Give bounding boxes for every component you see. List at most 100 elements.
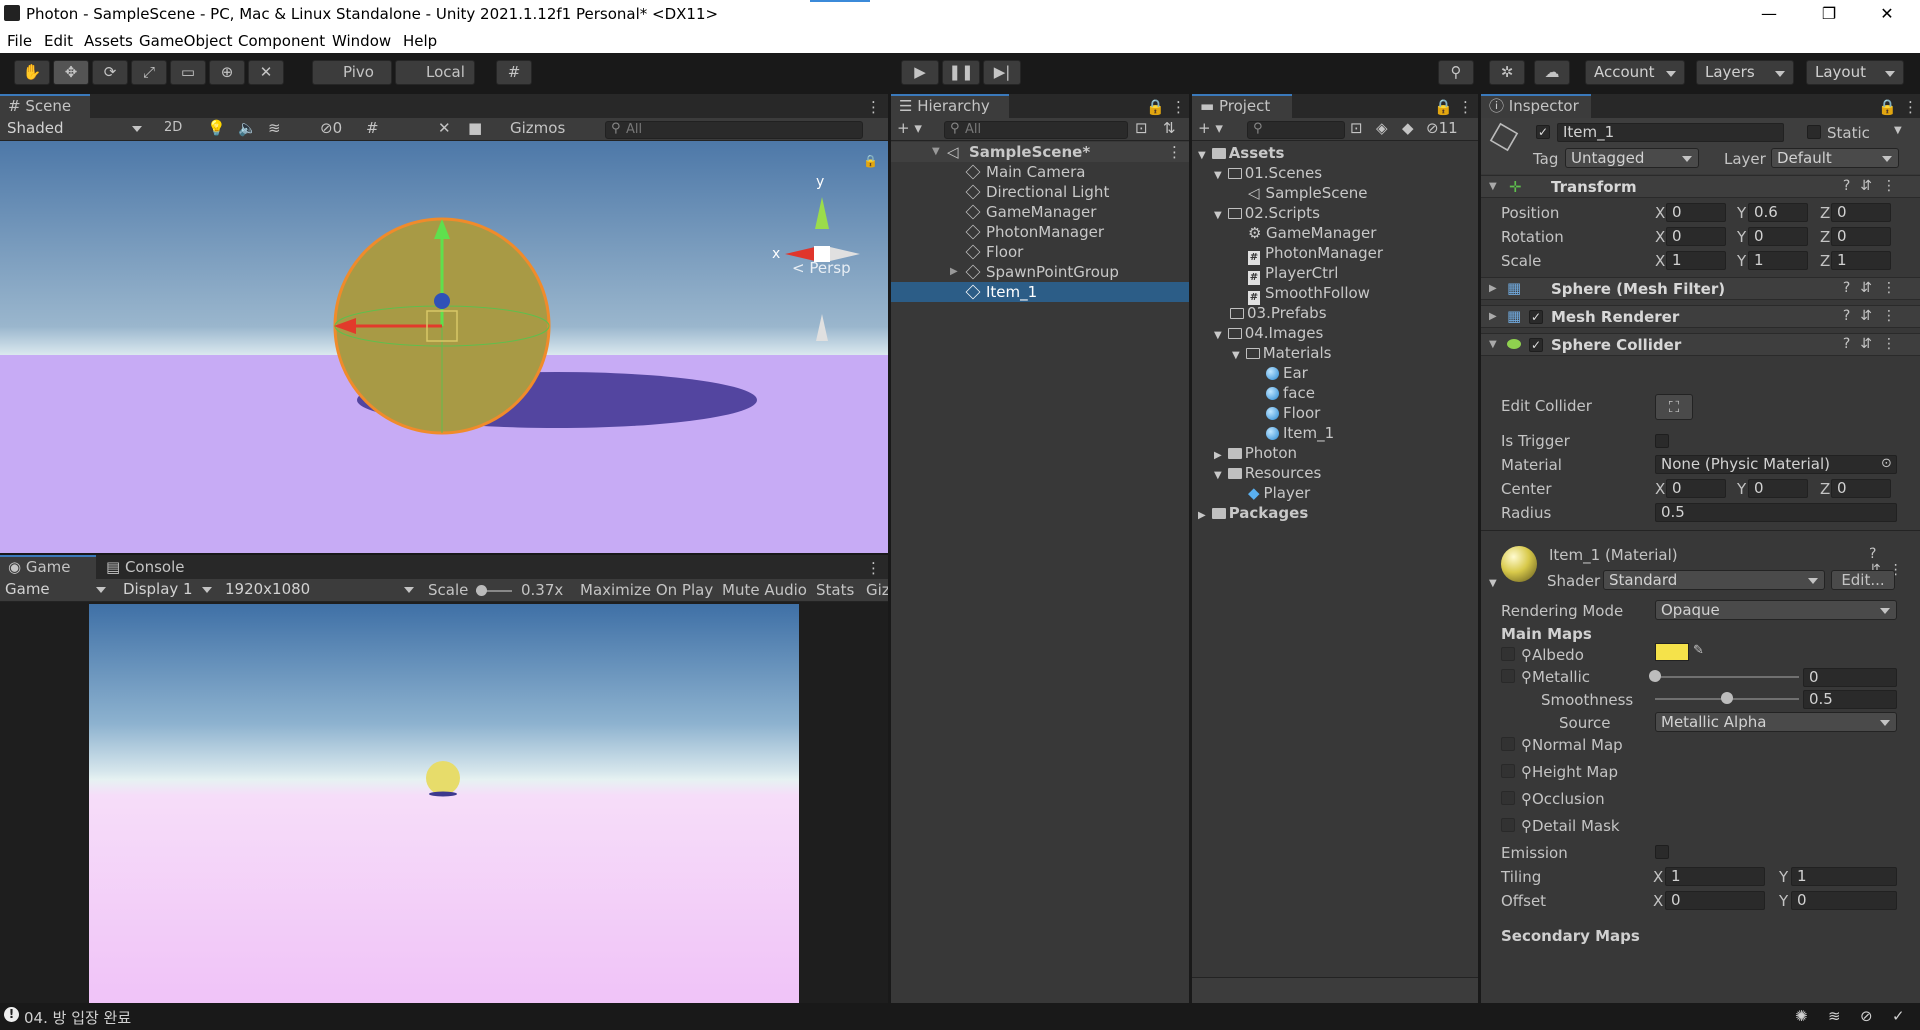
audio-toggle-icon[interactable]: 🔈 <box>238 119 257 137</box>
scale-z-field[interactable]: 1 <box>1831 251 1891 270</box>
close-button[interactable]: ✕ <box>1858 0 1916 28</box>
asset-photonmanager[interactable]: # PhotonManager <box>1248 243 1383 265</box>
shader-edit-button[interactable]: Edit... <box>1831 570 1895 590</box>
minimize-button[interactable]: — <box>1740 0 1798 28</box>
play-button[interactable]: ▶ <box>901 60 939 85</box>
game-menu-icon[interactable]: ⋮ <box>866 559 881 577</box>
scene-search-input[interactable]: All <box>605 121 863 139</box>
asset-material-item-1[interactable]: Item_1 <box>1266 423 1334 443</box>
folder-assets[interactable]: ▼ Assets <box>1198 143 1284 163</box>
edit-collider-button[interactable]: ⛶ <box>1655 394 1693 420</box>
search-icon[interactable]: ⚲ <box>1438 60 1474 85</box>
shader-dropdown[interactable]: Standard <box>1603 570 1825 590</box>
hand-tool-icon[interactable]: ✋ <box>14 60 50 85</box>
gizmos-dropdown[interactable]: Gizmos <box>510 119 565 137</box>
asset-playerctrl[interactable]: # PlayerCtrl <box>1248 263 1338 285</box>
asset-smoothfollow[interactable]: # SmoothFollow <box>1248 283 1370 305</box>
2d-toggle[interactable]: 2D <box>164 120 182 135</box>
tag-dropdown[interactable]: Untagged <box>1565 148 1699 168</box>
cloud-icon[interactable]: ☁ <box>1534 60 1570 85</box>
albedo-color-swatch[interactable] <box>1655 643 1689 661</box>
menu-assets[interactable]: Assets <box>84 32 133 50</box>
hierarchy-item-item-1[interactable]: Item_1 <box>891 282 1189 302</box>
visibility-icon[interactable]: ⊘0 <box>320 119 342 137</box>
rotate-tool-icon[interactable]: ⟳ <box>92 60 128 85</box>
camera-icon[interactable]: ■ <box>468 119 482 137</box>
object-picker-icon[interactable]: ⊙ <box>1881 456 1892 471</box>
metallic-slider-thumb[interactable] <box>1649 670 1661 682</box>
static-dropdown-arrow[interactable]: ▼ <box>1894 125 1902 136</box>
hierarchy-item-floor[interactable]: Floor <box>891 242 1189 262</box>
eyedropper-icon[interactable]: ✎ <box>1693 643 1704 658</box>
rotation-z-field[interactable]: 0 <box>1831 227 1891 246</box>
hierarchy-item-main-camera[interactable]: Main Camera <box>891 162 1189 182</box>
transform-header[interactable]: ▼ ✛ Transform ?⇵⋮ <box>1481 175 1920 198</box>
progress-check-icon[interactable]: ✓ <box>1892 1007 1905 1025</box>
layer-dropdown[interactable]: Default <box>1771 148 1899 168</box>
tiling-x-field[interactable]: 1 <box>1665 867 1765 886</box>
active-checkbox[interactable]: ✓ <box>1536 125 1550 139</box>
lighting-toggle-icon[interactable]: 💡 <box>207 119 226 137</box>
move-tool-icon[interactable]: ✥ <box>53 60 89 85</box>
asset-gamemanager[interactable]: ⚙ GameManager <box>1248 223 1376 243</box>
effects-toggle-icon[interactable]: ≋ <box>268 119 281 137</box>
menu-file[interactable]: File <box>7 32 32 50</box>
emission-checkbox[interactable] <box>1655 845 1669 859</box>
grid-toggle-icon[interactable]: # <box>366 119 379 137</box>
project-type-icon[interactable]: ◈ <box>1376 119 1388 137</box>
smoothness-value-field[interactable]: 0.5 <box>1803 690 1897 709</box>
sphere-collider-checkbox[interactable]: ✓ <box>1529 338 1543 352</box>
tools-icon[interactable]: ✕ <box>438 119 451 137</box>
pause-button[interactable]: ❚❚ <box>942 60 980 85</box>
scale-tool-icon[interactable]: ⤢ <box>131 60 167 85</box>
mesh-renderer-checkbox[interactable]: ✓ <box>1529 310 1543 324</box>
tab-project[interactable]: ▬ Project <box>1192 94 1292 118</box>
center-y-field[interactable]: 0 <box>1748 479 1808 498</box>
transform-tool-icon[interactable]: ⊕ <box>209 60 245 85</box>
component-icons[interactable]: ?⇵⋮ <box>1843 308 1906 324</box>
custom-tool-icon[interactable]: ✕ <box>248 60 284 85</box>
center-z-field[interactable]: 0 <box>1831 479 1891 498</box>
folder-scripts[interactable]: ▼ 02.Scripts <box>1214 203 1320 223</box>
menu-gameobject[interactable]: GameObject <box>139 32 233 50</box>
asset-player-prefab[interactable]: ◆ Player <box>1248 483 1310 503</box>
radius-field[interactable]: 0.5 <box>1655 503 1897 522</box>
material-collapse-icon[interactable]: ▼ <box>1489 578 1497 589</box>
asset-samplescene[interactable]: ◁ SampleScene <box>1248 183 1368 203</box>
hierarchy-item-gamemanager[interactable]: GameManager <box>891 202 1189 222</box>
height-map-slot[interactable] <box>1501 764 1515 778</box>
scene-root-row[interactable]: ▼ ◁ SampleScene* ⋮ <box>891 142 1189 162</box>
position-z-field[interactable]: 0 <box>1831 203 1891 222</box>
offset-x-field[interactable]: 0 <box>1665 891 1765 910</box>
rotation-y-field[interactable]: 0 <box>1748 227 1808 246</box>
shading-dropdown[interactable]: Shaded <box>2 119 148 139</box>
asset-material-floor[interactable]: Floor <box>1266 403 1320 423</box>
collider-material-field[interactable]: None (Physic Material) <box>1655 455 1897 474</box>
maximize-on-play-toggle[interactable]: Maximize On Play <box>580 581 713 599</box>
position-y-field[interactable]: 0.6 <box>1748 203 1808 222</box>
project-hidden-icon[interactable]: ⊘11 <box>1426 119 1458 137</box>
folder-materials[interactable]: ▼ Materials <box>1232 343 1331 363</box>
status-message[interactable]: 04. 방 입장 완료 <box>24 1007 131 1028</box>
project-menu-icon[interactable]: ⋮ <box>1458 98 1473 116</box>
folder-scenes[interactable]: ▼ 01.Scenes <box>1214 163 1322 183</box>
layers-dropdown[interactable]: Layers <box>1696 60 1794 85</box>
game-mode-dropdown[interactable]: Game <box>0 580 112 600</box>
scene-menu-icon[interactable]: ⋮ <box>866 98 881 116</box>
project-label-icon[interactable]: ◆ <box>1402 119 1414 137</box>
account-dropdown[interactable]: Account <box>1585 60 1685 85</box>
hierarchy-lock-icon[interactable]: 🔒 <box>1146 98 1165 116</box>
menu-window[interactable]: Window <box>332 32 391 50</box>
inspector-menu-icon[interactable]: ⋮ <box>1903 98 1918 116</box>
tab-console[interactable]: ▤ Console <box>98 555 193 579</box>
display-dropdown[interactable]: Display 1 <box>118 580 218 600</box>
static-checkbox[interactable] <box>1807 125 1821 139</box>
bug-icon[interactable]: ✺ <box>1795 1007 1808 1025</box>
metallic-slider-track[interactable] <box>1655 676 1799 678</box>
tiling-y-field[interactable]: 1 <box>1791 867 1897 886</box>
game-viewport[interactable] <box>89 604 799 1003</box>
scene-row-menu-icon[interactable]: ⋮ <box>1167 142 1182 162</box>
center-x-field[interactable]: 0 <box>1666 479 1726 498</box>
hierarchy-sort-icon[interactable]: ⇅ <box>1163 119 1176 137</box>
step-button[interactable]: ▶| <box>983 60 1021 85</box>
